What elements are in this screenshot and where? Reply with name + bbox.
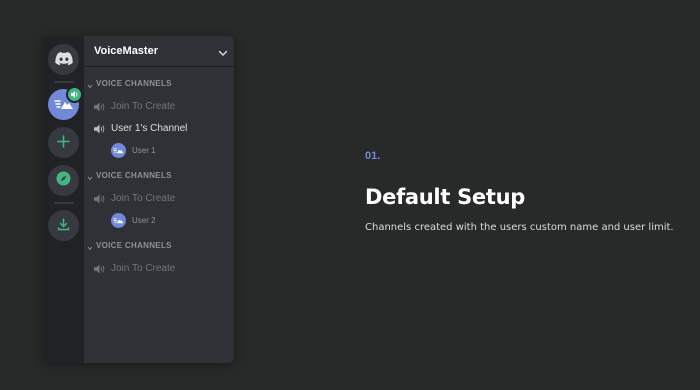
server-rail xyxy=(43,36,84,363)
channel-category: VOICE CHANNELS Join To Create xyxy=(84,169,234,231)
feature-title: Default Setup xyxy=(365,185,525,209)
channel-category: VOICE CHANNELS Join To Create xyxy=(84,77,234,161)
explore-compass-icon xyxy=(56,171,71,190)
add-server-button[interactable] xyxy=(48,127,79,158)
server-header[interactable]: VoiceMaster xyxy=(84,36,234,67)
feature-text: Channels created with the users custom n… xyxy=(365,222,674,233)
speaker-badge xyxy=(66,86,83,103)
channel-label: Join To Create xyxy=(111,100,176,112)
avatar xyxy=(111,142,126,158)
download-icon xyxy=(57,216,70,235)
speaker-icon xyxy=(94,119,105,138)
channel-panel: VoiceMaster VOICE CHANNELS Join To Creat… xyxy=(84,36,234,363)
channel-label: User 1's Channel xyxy=(111,122,188,134)
discord-logo-icon xyxy=(54,50,73,69)
avatar xyxy=(111,212,126,228)
category-label: VOICE CHANNELS xyxy=(96,170,172,180)
chevron-down-icon xyxy=(87,74,93,93)
channel-category: VOICE CHANNELS Join To Create xyxy=(84,239,234,279)
voice-channel-user-1[interactable]: User 1's Channel xyxy=(84,117,234,139)
download-apps-button[interactable] xyxy=(48,210,79,241)
voice-channel-join-to-create[interactable]: Join To Create xyxy=(84,257,234,279)
add-server-icon xyxy=(57,133,70,152)
chevron-down-icon xyxy=(87,166,93,185)
chevron-down-icon[interactable] xyxy=(218,42,228,61)
speaker-icon xyxy=(94,97,105,116)
chevron-down-icon xyxy=(87,236,93,255)
voice-channel-join-to-create[interactable]: Join To Create xyxy=(84,95,234,117)
category-header[interactable]: VOICE CHANNELS xyxy=(84,77,234,89)
rail-separator xyxy=(53,81,74,83)
step-number: 01. xyxy=(365,150,381,162)
voice-channel-join-to-create[interactable]: Join To Create xyxy=(84,187,234,209)
feature-description: 01. Default Setup Channels created with … xyxy=(365,150,695,233)
member-name: User 2 xyxy=(132,215,156,225)
server-voicemaster[interactable] xyxy=(48,86,83,120)
channel-list: VOICE CHANNELS Join To Create User 1's C… xyxy=(84,67,234,363)
voice-member[interactable]: User 1 xyxy=(84,139,234,161)
speaker-icon xyxy=(94,259,105,278)
channel-label: Join To Create xyxy=(111,192,176,204)
page: VoiceMaster VOICE CHANNELS Join To Creat… xyxy=(0,0,700,390)
category-label: VOICE CHANNELS xyxy=(96,78,172,88)
home-button[interactable] xyxy=(48,44,79,75)
category-header[interactable]: VOICE CHANNELS xyxy=(84,169,234,181)
explore-button[interactable] xyxy=(48,165,79,196)
category-header[interactable]: VOICE CHANNELS xyxy=(84,239,234,251)
server-name: VoiceMaster xyxy=(94,45,158,57)
member-name: User 1 xyxy=(132,145,156,155)
channel-label: Join To Create xyxy=(111,262,176,274)
speaker-icon xyxy=(70,91,77,98)
category-label: VOICE CHANNELS xyxy=(96,240,172,250)
rail-separator xyxy=(53,202,74,204)
discord-window: VoiceMaster VOICE CHANNELS Join To Creat… xyxy=(43,36,234,363)
voice-member[interactable]: User 2 xyxy=(84,209,234,231)
speaker-icon xyxy=(94,189,105,208)
